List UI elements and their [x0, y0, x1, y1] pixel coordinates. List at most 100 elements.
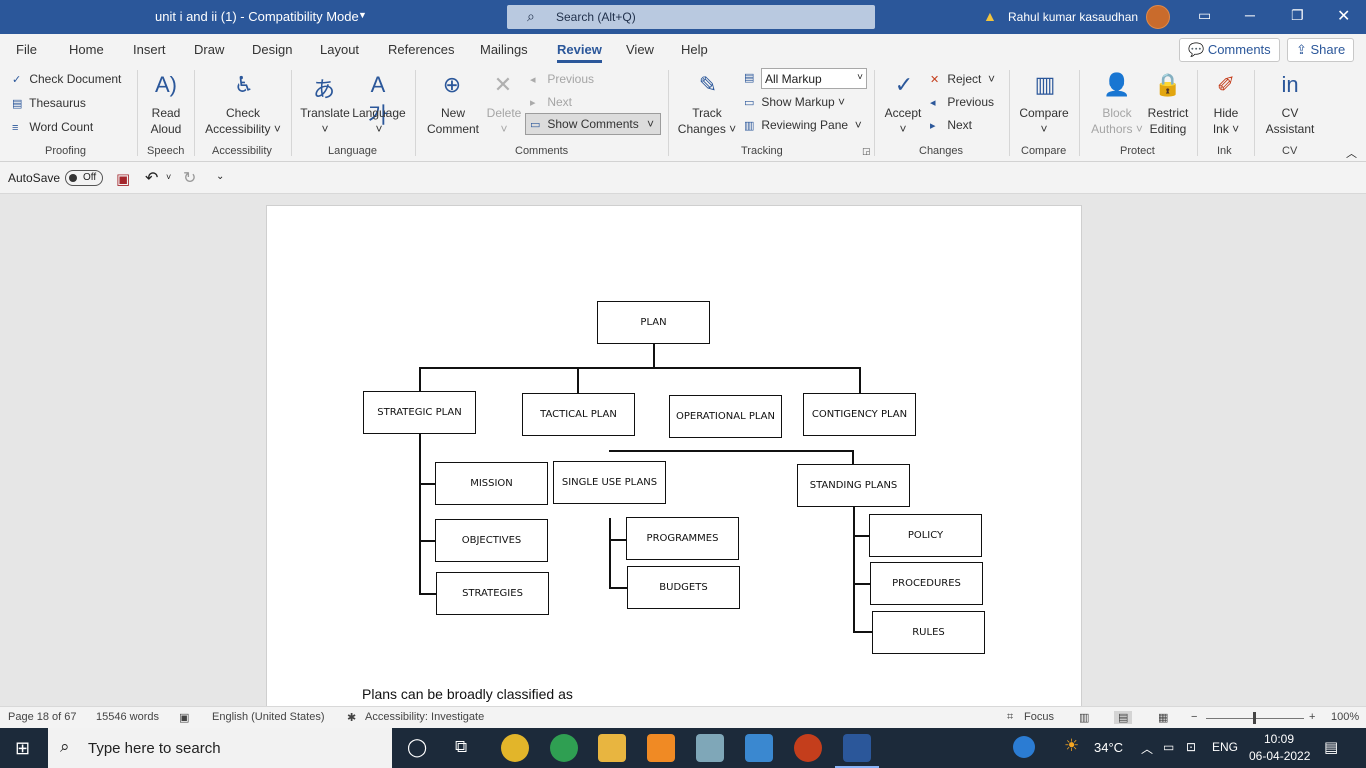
compare-button[interactable]: Compare ˅	[1014, 105, 1074, 137]
zoom-slider-thumb[interactable]	[1253, 712, 1256, 724]
file-explorer-icon[interactable]	[598, 734, 626, 762]
tab-design[interactable]: Design	[252, 42, 292, 57]
notification-icon[interactable]: ▤	[1324, 738, 1338, 756]
restore-icon[interactable]: ❐	[1291, 7, 1304, 24]
language-button[interactable]: Language ˅	[350, 105, 408, 137]
ribbon-display-icon[interactable]: ▭	[1198, 7, 1211, 24]
customize-toolbar-icon[interactable]: ⌄	[216, 171, 224, 182]
read-aloud-button[interactable]: Read Aloud	[144, 105, 188, 137]
collapse-ribbon-icon[interactable]: ︿	[1346, 145, 1357, 161]
print-layout-icon[interactable]: ▤	[1114, 711, 1133, 724]
tab-mailings[interactable]: Mailings	[480, 42, 528, 57]
taskbar-search[interactable]: ⌕ Type here to search	[48, 728, 392, 768]
thesaurus-button[interactable]: ▤ Thesaurus	[12, 96, 86, 110]
app-icon[interactable]	[696, 734, 724, 762]
web-layout-icon[interactable]: ▦	[1158, 711, 1168, 724]
task-view-icon[interactable]: ⧉	[455, 737, 467, 757]
clock-date[interactable]: 06-04-2022	[1249, 749, 1310, 763]
block-authors-button[interactable]: Block Authors ˅	[1086, 105, 1148, 137]
previous-comment-button[interactable]: ◂ Previous	[530, 72, 594, 86]
tab-insert[interactable]: Insert	[133, 42, 166, 57]
previous-comment-icon: ◂	[530, 74, 536, 86]
temperature[interactable]: 34°C	[1094, 740, 1123, 755]
warning-icon[interactable]: ▲	[983, 8, 997, 24]
cortana-icon[interactable]: ◯	[407, 737, 427, 758]
reject-button[interactable]: ✕ Reject ˅	[930, 72, 995, 86]
chevron-up-icon[interactable]: ︿	[1141, 740, 1153, 757]
tab-review[interactable]: Review	[557, 42, 602, 63]
share-button[interactable]: ⇪ Share	[1287, 38, 1355, 62]
tab-help[interactable]: Help	[681, 42, 708, 57]
proofing-icon[interactable]: ▣	[179, 711, 189, 724]
clock-time[interactable]: 10:09	[1264, 732, 1294, 746]
tab-draw[interactable]: Draw	[194, 42, 224, 57]
weather-icon: ☀	[1064, 736, 1080, 755]
accept-button[interactable]: Accept ˅	[880, 105, 926, 137]
word-count-button[interactable]: ≡ Word Count	[12, 120, 93, 134]
chrome-icon[interactable]	[501, 734, 529, 762]
user-name[interactable]: Rahul kumar kasaudhan	[1008, 10, 1138, 24]
search-box[interactable]: ⌕ Search (Alt+Q)	[507, 5, 875, 29]
accessibility-status[interactable]: Accessibility: Investigate	[365, 711, 484, 723]
restrict-editing-button[interactable]: Restrict Editing	[1144, 105, 1192, 137]
redo-icon[interactable]: ↻	[183, 168, 196, 188]
save-icon[interactable]: ▣	[116, 170, 130, 188]
tab-home[interactable]: Home	[69, 42, 104, 57]
zoom-out-icon[interactable]: −	[1191, 711, 1197, 723]
zoom-in-icon[interactable]: +	[1309, 711, 1315, 723]
body-paragraph[interactable]: Plans can be broadly classified as	[362, 686, 573, 702]
document-page[interactable]: PLAN STRATEGIC PLAN TACTICAL PLAN OPERAT…	[266, 205, 1082, 706]
close-icon[interactable]: ✕	[1337, 6, 1350, 26]
word-count[interactable]: 15546 words	[96, 711, 159, 723]
tab-view[interactable]: View	[626, 42, 654, 57]
comments-button[interactable]: 💬 Comments	[1179, 38, 1280, 62]
connector	[419, 483, 436, 485]
tab-layout[interactable]: Layout	[320, 42, 359, 57]
help-icon[interactable]	[1013, 736, 1035, 758]
show-markup-button[interactable]: ▭ Show Markup ˅	[744, 95, 845, 109]
document-canvas[interactable]: PLAN STRATEGIC PLAN TACTICAL PLAN OPERAT…	[0, 194, 1366, 706]
undo-icon[interactable]: ↶	[145, 168, 158, 188]
avatar[interactable]	[1146, 5, 1170, 29]
photos-icon[interactable]	[745, 734, 773, 762]
translate-button[interactable]: Translate ˅	[298, 105, 352, 137]
show-comments-button[interactable]: ▭ Show Comments ˅	[525, 113, 661, 135]
chevron-down-icon[interactable]: ▼	[358, 10, 367, 20]
previous-change-button[interactable]: ◂ Previous	[930, 95, 994, 109]
focus-button[interactable]: Focus	[1024, 711, 1054, 723]
new-comment-button[interactable]: New Comment	[422, 105, 484, 137]
cv-assistant-button[interactable]: CV Assistant	[1260, 105, 1320, 137]
tab-references[interactable]: References	[388, 42, 454, 57]
track-changes-button[interactable]: Track Changes ˅	[676, 105, 738, 137]
check-accessibility-button[interactable]: Check Accessibility ˅	[200, 105, 286, 137]
pdf-app-icon[interactable]	[647, 734, 675, 762]
powerpoint-icon[interactable]	[794, 734, 822, 762]
reviewing-pane-button[interactable]: ▥ Reviewing Pane ˅	[744, 118, 862, 132]
next-comment-button[interactable]: ▸ Next	[530, 95, 572, 109]
read-mode-icon[interactable]: ▥	[1079, 711, 1089, 724]
markup-select[interactable]: All Markup ˅	[761, 68, 867, 89]
autosave-state: Off	[83, 172, 97, 183]
separator	[1197, 70, 1198, 156]
check-document-button[interactable]: ✓ Check Document	[12, 72, 121, 86]
hide-ink-icon: ✐	[1216, 72, 1236, 97]
battery-icon[interactable]: ▭	[1163, 740, 1174, 754]
tray-language[interactable]: ENG	[1212, 740, 1238, 754]
chevron-down-icon[interactable]: ˅	[166, 172, 171, 182]
minimize-icon[interactable]: ─	[1245, 7, 1255, 23]
tab-file[interactable]: File	[16, 42, 37, 57]
word-icon[interactable]	[843, 734, 871, 762]
delete-comment-button[interactable]: Delete ˅	[482, 105, 526, 137]
org-node-plan: PLAN	[597, 301, 710, 344]
chrome-profile-icon[interactable]	[550, 734, 578, 762]
network-icon[interactable]: ⊡	[1186, 740, 1196, 754]
zoom-level[interactable]: 100%	[1331, 711, 1359, 723]
autosave-toggle[interactable]: Off	[65, 170, 103, 186]
dialog-launcher-icon[interactable]: ◲	[862, 146, 871, 157]
accessibility-icon: ✱	[347, 712, 357, 724]
page-count[interactable]: Page 18 of 67	[8, 711, 77, 723]
windows-start-icon[interactable]: ⊞	[15, 738, 30, 759]
language-status[interactable]: English (United States)	[212, 711, 325, 723]
next-change-button[interactable]: ▸ Next	[930, 118, 972, 132]
hide-ink-button[interactable]: Hide Ink ˅	[1204, 105, 1248, 137]
